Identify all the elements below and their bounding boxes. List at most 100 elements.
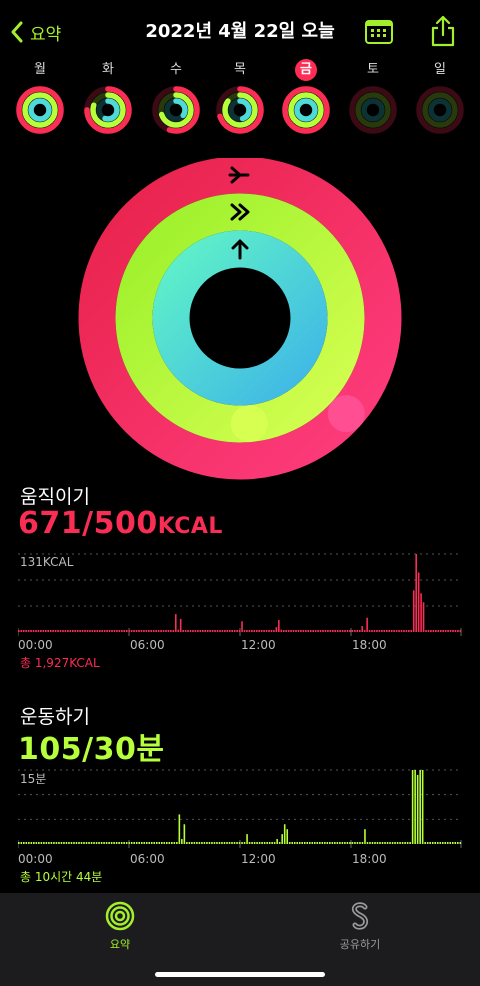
move-value: 671/500KCAL: [18, 506, 223, 541]
chart-bar: [53, 842, 55, 844]
chart-bar: [427, 630, 430, 632]
chart-bar: [20, 842, 23, 844]
chart-bar: [162, 630, 165, 632]
chart-bar: [223, 842, 226, 844]
chart-bar: [218, 842, 221, 844]
chart-bar: [306, 842, 309, 844]
chart-bar: [366, 842, 369, 844]
chart-bar: [219, 630, 221, 632]
chart-bar: [451, 842, 454, 844]
chart-bar: [341, 630, 344, 632]
chart-bar: [52, 630, 54, 632]
move-title: 움직이기: [20, 486, 90, 508]
chart-bar: [314, 630, 317, 632]
chart-bar: [133, 842, 135, 844]
chart-bar: [297, 630, 300, 632]
chart-bar: [346, 630, 349, 632]
chart-bar: [420, 593, 422, 632]
chart-bar: [145, 842, 148, 844]
chart-bar: [44, 630, 47, 632]
exercise-tick-1: 06:00: [130, 852, 165, 866]
chart-bar: [295, 630, 297, 632]
chart-bar: [118, 842, 120, 844]
chart-bar: [105, 842, 108, 844]
chart-bar: [425, 630, 427, 632]
chart-bar: [459, 630, 462, 632]
day-rings[interactable]: [151, 85, 201, 135]
day-rings[interactable]: [15, 85, 65, 135]
chart-bar: [238, 630, 241, 632]
day-rings[interactable]: [281, 85, 331, 135]
chart-bar: [253, 630, 256, 632]
chart-bar: [231, 630, 234, 632]
chart-bar: [346, 842, 349, 844]
chart-bar: [364, 829, 366, 844]
calendar-button[interactable]: [364, 18, 394, 46]
day-rings[interactable]: [215, 85, 265, 135]
tab-sharing[interactable]: 공유하기: [320, 901, 400, 952]
chart-bar: [349, 842, 351, 844]
chart-bar: [273, 842, 276, 844]
chart-bar: [314, 842, 316, 844]
chart-bar: [23, 842, 25, 844]
chart-bar: [379, 842, 381, 844]
chart-bar: [432, 630, 435, 632]
chart-bar: [441, 842, 444, 844]
chart-bar: [336, 842, 339, 844]
chart-bar: [278, 620, 280, 632]
chart-bar: [120, 842, 123, 844]
chart-bar: [393, 630, 395, 632]
chart-bar: [48, 842, 50, 844]
chart-bar: [246, 630, 248, 632]
chart-bar: [329, 842, 331, 844]
chart-bar: [449, 842, 452, 844]
chart-bar: [326, 842, 329, 844]
chart-bar: [334, 630, 337, 632]
chart-bar: [160, 630, 162, 632]
chart-bar: [203, 842, 206, 844]
chart-bar: [404, 842, 406, 844]
chart-bar: [150, 630, 153, 632]
chart-bar: [216, 630, 219, 632]
day-rings[interactable]: [348, 85, 398, 135]
chart-bar: [90, 842, 93, 844]
chart-bar: [308, 842, 311, 844]
tab-summary[interactable]: 요약: [80, 901, 160, 952]
chart-bar: [58, 842, 60, 844]
chart-bar: [113, 842, 115, 844]
chart-bar: [186, 842, 188, 844]
chart-bar: [138, 630, 140, 632]
chart-bar: [293, 842, 296, 844]
chart-bar: [446, 842, 449, 844]
chart-bar: [424, 842, 426, 844]
chart-bar: [115, 842, 118, 844]
share-button[interactable]: [428, 14, 458, 48]
chart-bar: [28, 842, 30, 844]
chart-bar: [88, 842, 90, 844]
chart-bar: [408, 630, 410, 632]
chart-bar: [324, 842, 326, 844]
day-rings[interactable]: [415, 85, 465, 135]
chart-bar: [125, 630, 128, 632]
move-tick-0: 00:00: [18, 638, 53, 652]
day-rings[interactable]: [83, 85, 133, 135]
chart-bar: [275, 627, 278, 632]
chart-bar: [211, 630, 214, 632]
chart-bar: [45, 842, 48, 844]
chart-bar: [331, 842, 334, 844]
chart-bar: [417, 572, 420, 632]
chart-bar: [449, 630, 452, 632]
chart-bar: [209, 630, 211, 632]
chart-bar: [258, 842, 261, 844]
exercise-tick-0: 00:00: [18, 852, 53, 866]
chart-bar: [148, 842, 151, 844]
calendar-icon: [365, 20, 393, 44]
chart-bar: [43, 842, 45, 844]
chart-bar: [422, 602, 425, 632]
chart-bar: [224, 630, 226, 632]
move-tick-3: 18:00: [352, 638, 387, 652]
chart-bar: [442, 630, 444, 632]
chart-bar: [158, 842, 161, 844]
exercise-tick-3: 18:00: [352, 852, 387, 866]
chart-bar: [63, 842, 65, 844]
